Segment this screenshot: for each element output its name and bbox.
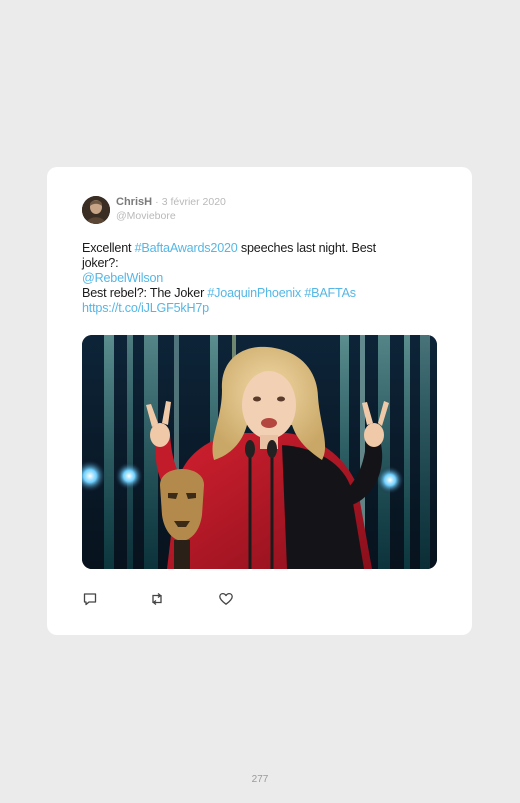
retweet-button[interactable] <box>149 591 165 607</box>
heart-icon <box>218 591 234 607</box>
page-number: 277 <box>251 774 269 785</box>
author-handle[interactable]: @Moviebore <box>116 210 176 222</box>
tweet-line-2: joker?: <box>82 256 119 270</box>
url-link[interactable]: https://t.co/iJLGF5kH7p <box>82 301 209 315</box>
separator-dot: · <box>155 196 159 208</box>
reply-icon <box>82 591 98 607</box>
tweet-date[interactable]: 3 février 2020 <box>162 196 226 208</box>
author-line: ChrisH · 3 février 2020 <box>116 196 226 209</box>
tweet-line-4: Best rebel?: The Joker #JoaquinPhoenix #… <box>82 286 422 301</box>
tweet-card: ChrisH · 3 février 2020 @Moviebore Excel… <box>47 167 472 635</box>
tweet-line-1: Excellent #BaftaAwards2020 speeches last… <box>82 241 422 256</box>
tweet-text-segment: speeches last night. Best <box>237 241 376 255</box>
like-button[interactable] <box>218 591 234 607</box>
tweet-text-segment: Best rebel?: The Joker <box>82 286 208 300</box>
author-name[interactable]: ChrisH <box>116 196 152 208</box>
hashtag-link[interactable]: #JoaquinPhoenix <box>207 286 301 300</box>
retweet-icon <box>149 591 165 607</box>
tweet-line-3: @RebelWilson <box>82 271 422 286</box>
mention-link[interactable]: @RebelWilson <box>82 271 163 285</box>
hashtag-link[interactable]: #BaftaAwards2020 <box>135 241 238 255</box>
hashtag-link[interactable]: #BAFTAs <box>304 286 356 300</box>
tweet-text: Excellent #BaftaAwards2020 speeches last… <box>82 241 422 316</box>
reply-button[interactable] <box>82 591 98 607</box>
tweet-text-segment: Excellent <box>82 241 135 255</box>
tweet-line-5: https://t.co/iJLGF5kH7p <box>82 301 422 316</box>
avatar[interactable] <box>82 196 110 224</box>
tweet-media-image[interactable] <box>82 335 437 569</box>
